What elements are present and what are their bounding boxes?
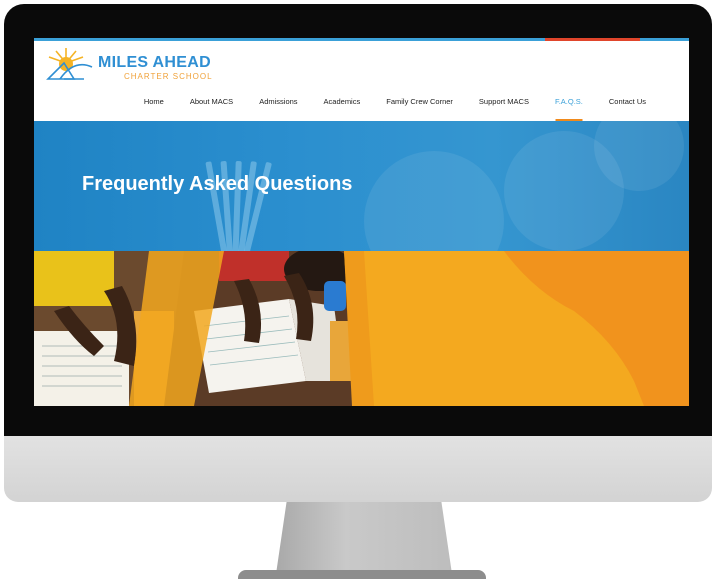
site-header: MILES AHEAD CHARTER SCHOOL Home About MA… bbox=[34, 41, 689, 124]
logo-title: MILES AHEAD bbox=[98, 54, 211, 71]
students-writing-illustration bbox=[34, 251, 689, 406]
nav-item-about-macs[interactable]: About MACS bbox=[177, 97, 246, 106]
site-logo[interactable]: MILES AHEAD CHARTER SCHOOL bbox=[44, 45, 244, 85]
hero-photo bbox=[34, 251, 689, 406]
browser-screen: MILES AHEAD CHARTER SCHOOL Home About MA… bbox=[34, 38, 689, 406]
page-title: Frequently Asked Questions bbox=[82, 173, 353, 195]
nav-item-contact-us[interactable]: Contact Us bbox=[596, 97, 659, 106]
sun-logo-icon bbox=[46, 48, 93, 80]
nav-item-family-crew-corner[interactable]: Family Crew Corner bbox=[373, 97, 466, 106]
nav-item-admissions[interactable]: Admissions bbox=[246, 97, 310, 106]
logo-subtitle: CHARTER SCHOOL bbox=[124, 72, 213, 81]
monitor-chin bbox=[4, 436, 712, 502]
nav-item-faqs[interactable]: F.A.Q.S. bbox=[542, 97, 596, 121]
nav-item-support-macs[interactable]: Support MACS bbox=[466, 97, 542, 106]
nav-item-home[interactable]: Home bbox=[131, 97, 177, 106]
nav-item-academics[interactable]: Academics bbox=[311, 97, 374, 106]
monitor-stand bbox=[276, 502, 452, 574]
nav-item-faqs-label: F.A.Q.S. bbox=[554, 97, 583, 106]
main-nav: Home About MACS Admissions Academics Fam… bbox=[131, 97, 659, 121]
monitor-stand-base bbox=[238, 570, 486, 579]
hero-banner: Frequently Asked Questions bbox=[34, 121, 689, 251]
hero-background-shape bbox=[364, 151, 504, 251]
